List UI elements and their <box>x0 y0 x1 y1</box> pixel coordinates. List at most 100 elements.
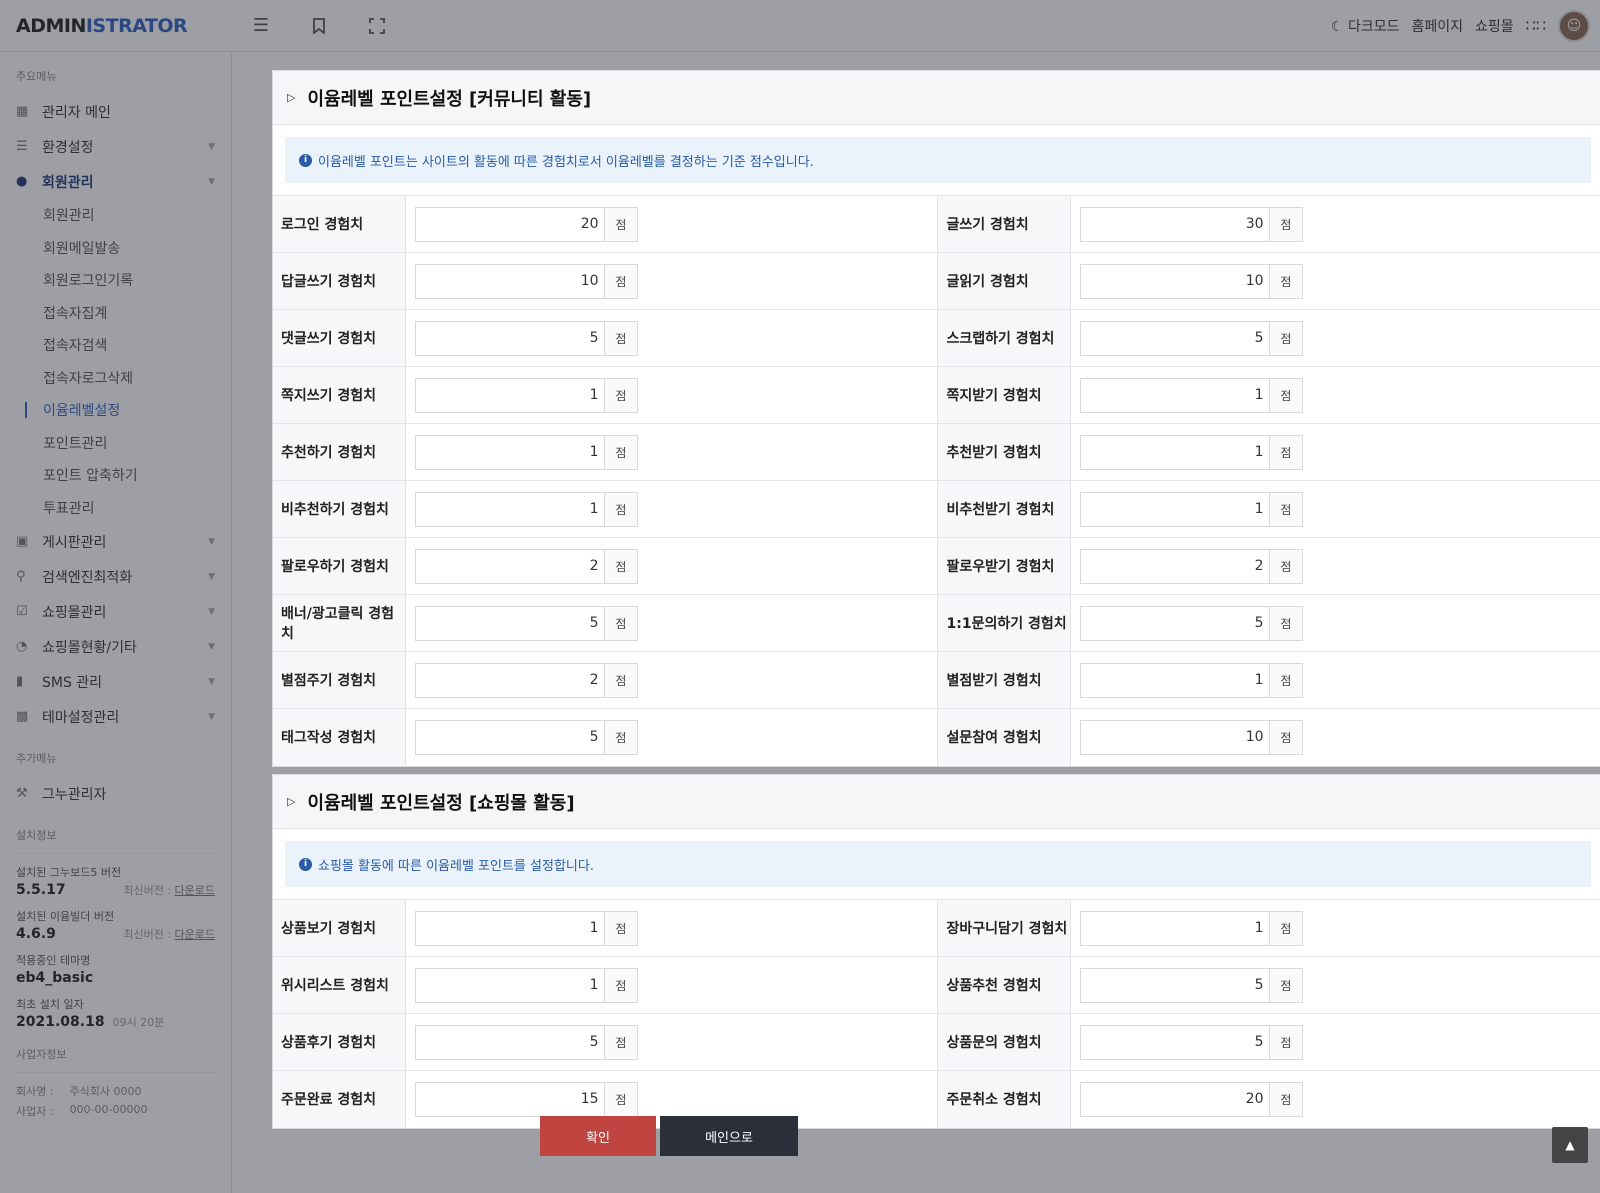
field-label: 추천받기 경험치 <box>937 423 1072 481</box>
scroll-top-button[interactable]: ▲ <box>1552 1127 1588 1163</box>
point-input[interactable] <box>1081 207 1269 241</box>
field-label: 위시리스트 경험치 <box>273 956 407 1014</box>
point-input[interactable] <box>1081 435 1269 469</box>
sidebar-item-theme[interactable]: ▩ 테마설정관리 ▼ <box>16 699 215 734</box>
chevron-down-icon: ▼ <box>208 141 215 152</box>
biz-info: 회사명 : 주식회사 0000 사업자 :000-00-00000 <box>16 1072 215 1119</box>
point-input[interactable] <box>416 321 604 355</box>
members-submenu: 회원관리 회원메일발송 회원로그인기록 접속자집계 접속자검색 접속자로그삭제 … <box>16 199 215 524</box>
sidebar-item-sms[interactable]: ▮ SMS 관리 ▼ <box>16 664 215 699</box>
field-label: 쪽지쓰기 경험치 <box>273 366 407 424</box>
sidebar-item-shop[interactable]: ☑ 쇼핑몰관리 ▼ <box>16 594 215 629</box>
point-input[interactable] <box>1081 1082 1269 1116</box>
download-link[interactable]: 다운로드 <box>175 884 215 897</box>
unit-label: 점 <box>603 663 638 697</box>
bookmark-icon[interactable] <box>290 17 348 34</box>
sidebar-item-seo[interactable]: ⚲ 검색엔진최적화 ▼ <box>16 559 215 594</box>
field-label: 비추천받기 경험치 <box>937 480 1072 538</box>
sidebar-item-settings[interactable]: ☰ 환경설정 ▼ <box>16 129 215 164</box>
dark-mode-toggle[interactable]: ☾ 다크모드 <box>1331 16 1400 36</box>
point-input[interactable] <box>1081 606 1269 640</box>
sub-item-visitor-log-delete[interactable]: 접속자로그삭제 <box>43 362 215 395</box>
info-icon: i <box>299 153 312 167</box>
point-field: 점 <box>415 377 639 413</box>
point-input[interactable] <box>1081 264 1269 298</box>
search-icon: ⚲ <box>16 569 26 584</box>
point-field: 점 <box>1080 967 1304 1003</box>
field-label: 상품후기 경험치 <box>273 1013 407 1071</box>
point-input[interactable] <box>1081 492 1269 526</box>
point-input[interactable] <box>416 549 604 583</box>
shop-link[interactable]: 쇼핑몰 <box>1475 16 1514 36</box>
fullscreen-icon[interactable] <box>348 17 406 34</box>
sidebar-item-admin-main[interactable]: ▦ 관리자 메인 <box>16 94 215 129</box>
point-input[interactable] <box>416 264 604 298</box>
unit-label: 점 <box>603 606 638 640</box>
point-input[interactable] <box>416 720 604 754</box>
sub-item-point-manage[interactable]: 포인트관리 <box>43 427 215 460</box>
sub-item-visitor-stats[interactable]: 접속자집계 <box>43 297 215 330</box>
field-label: 댓글쓰기 경험치 <box>273 309 407 367</box>
point-input[interactable] <box>416 435 604 469</box>
sub-item-login-log[interactable]: 회원로그인기록 <box>43 264 215 297</box>
point-input[interactable] <box>416 968 604 1002</box>
community-panel: ▷ 이윰레벨 포인트설정 [커뮤니티 활동] i 이윰레벨 포인트는 사이트의 활동… <box>272 70 1600 767</box>
point-field: 점 <box>1080 605 1304 641</box>
table-row: 주문완료 경험치 점 주문취소 경험치 점 <box>273 1070 1600 1128</box>
point-input[interactable] <box>1081 911 1269 945</box>
sub-item-level-settings[interactable]: 이윰레벨설정 <box>25 394 215 427</box>
sub-item-point-compress[interactable]: 포인트 압축하기 <box>43 459 215 492</box>
confirm-button[interactable]: 확인 <box>540 1116 656 1156</box>
point-input[interactable] <box>1081 968 1269 1002</box>
unit-label: 점 <box>603 492 638 526</box>
sidebar-item-board[interactable]: ▣ 게시판관리 ▼ <box>16 524 215 559</box>
point-input[interactable] <box>416 606 604 640</box>
point-input[interactable] <box>416 1082 604 1116</box>
sub-item-poll-manage[interactable]: 투표관리 <box>43 492 215 525</box>
point-field: 점 <box>415 605 639 641</box>
main-button[interactable]: 메인으로 <box>660 1116 798 1156</box>
field-label: 설문참여 경험치 <box>937 708 1072 766</box>
point-input[interactable] <box>1081 720 1269 754</box>
chevron-down-icon: ▼ <box>208 536 215 547</box>
point-input[interactable] <box>1081 549 1269 583</box>
point-field: 점 <box>415 1081 639 1117</box>
point-input[interactable] <box>416 1025 604 1059</box>
point-input[interactable] <box>1081 321 1269 355</box>
point-input[interactable] <box>416 663 604 697</box>
point-field: 점 <box>1080 434 1304 470</box>
pie-chart-icon: ◔ <box>16 639 28 654</box>
apps-grid-icon[interactable]: ∷∷ <box>1526 16 1546 35</box>
sidebar-item-gnu-admin[interactable]: ⚒ 그누관리자 <box>16 776 215 811</box>
point-input[interactable] <box>1081 663 1269 697</box>
puzzle-icon: ▩ <box>16 709 29 724</box>
point-field: 점 <box>415 1024 639 1060</box>
homepage-link[interactable]: 홈페이지 <box>1411 16 1463 36</box>
point-input[interactable] <box>416 207 604 241</box>
point-input[interactable] <box>416 378 604 412</box>
field-label: 상품문의 경험치 <box>937 1013 1072 1071</box>
point-input[interactable] <box>416 911 604 945</box>
point-field: 점 <box>415 263 639 299</box>
point-input[interactable] <box>1081 1025 1269 1059</box>
logo[interactable]: ADMINISTRATOR <box>0 15 232 37</box>
field-label: 팔로우하기 경험치 <box>273 537 407 595</box>
install-info: 설치된 그누보드5 버전 5.5.17 최신버전 : 다운로드 설치된 이윰빌더 … <box>16 853 215 1030</box>
table-row: 팔로우하기 경험치 점 팔로우받기 경험치 점 <box>273 537 1600 595</box>
sub-item-member-manage[interactable]: 회원관리 <box>43 199 215 232</box>
sidebar: 주요메뉴 ▦ 관리자 메인 ☰ 환경설정 ▼ ● 회원관리 ▼ 회원관리 회원메일발송 회… <box>0 52 232 1193</box>
sidebar-item-shop-status[interactable]: ◔ 쇼핑몰현황/기타 ▼ <box>16 629 215 664</box>
point-field: 점 <box>1080 491 1304 527</box>
chevron-down-icon: ▼ <box>208 176 215 187</box>
sub-item-member-mail[interactable]: 회원메일발송 <box>43 232 215 265</box>
sidebar-item-members[interactable]: ● 회원관리 ▼ <box>16 164 215 199</box>
hamburger-menu-icon[interactable]: ☰ <box>232 15 290 36</box>
avatar[interactable]: ☺ <box>1558 9 1590 42</box>
unit-label: 점 <box>1268 549 1303 583</box>
point-input[interactable] <box>1081 378 1269 412</box>
install-info-label: 설치정보 <box>16 829 57 842</box>
point-field: 점 <box>1080 662 1304 698</box>
point-input[interactable] <box>416 492 604 526</box>
sub-item-visitor-search[interactable]: 접속자검색 <box>43 329 215 362</box>
download-link[interactable]: 다운로드 <box>175 928 215 941</box>
